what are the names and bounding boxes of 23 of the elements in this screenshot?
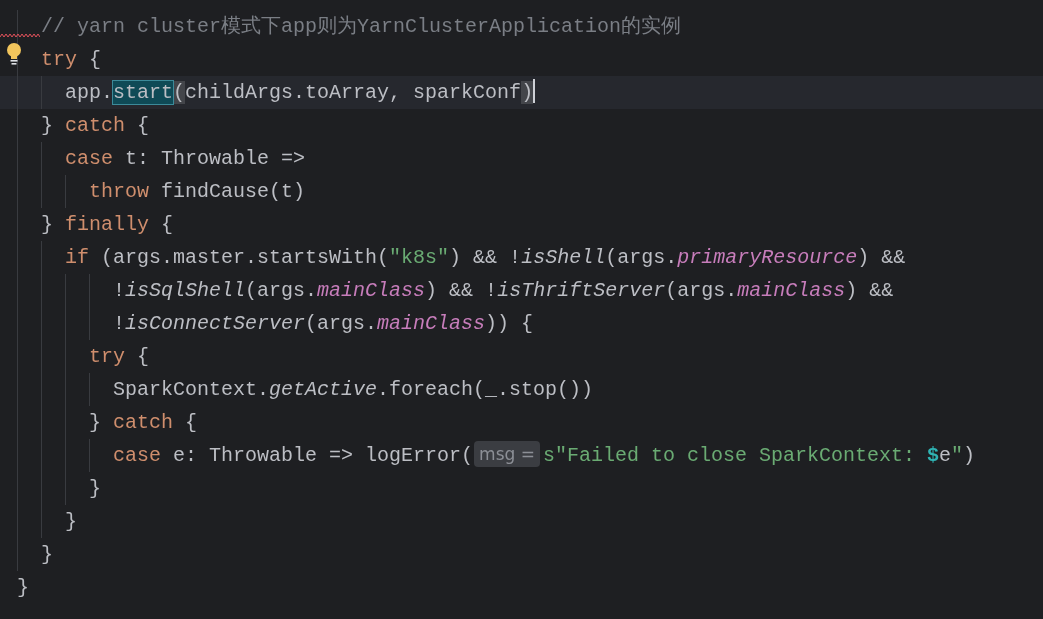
code-text: } catch {: [41, 114, 150, 137]
code-text: } finally {: [41, 213, 174, 236]
code-text: try {: [89, 345, 150, 368]
parameter-hint: msg =: [474, 441, 540, 467]
code-text: throw findCause(t): [89, 180, 306, 203]
code-text: s"Failed to close SparkContext: $e"): [542, 444, 976, 467]
code-text: !isSqlShell(args.mainClass) && !isThriftServer(args.mainClass) &&: [113, 279, 894, 302]
error-underline: [0, 33, 40, 38]
code-text: if (args.master.startsWith("k8s") && !isShell(args.primaryResource) &&: [65, 246, 906, 269]
code-text: }: [17, 576, 29, 599]
code-text: case e: Throwable => logError(: [113, 444, 474, 467]
code-text: }: [41, 543, 54, 566]
code-text: try {: [41, 48, 102, 71]
code-text: }: [89, 477, 102, 500]
code-text: app.start(childArgs.toArray, sparkConf): [65, 81, 534, 104]
lightbulb-icon[interactable]: [5, 42, 23, 66]
code-text: !isConnectServer(args.mainClass)) {: [113, 312, 534, 335]
code-text: case t: Throwable =>: [65, 147, 306, 170]
code-text: SparkContext.getActive.foreach(_.stop()): [113, 378, 594, 401]
code-text: } catch {: [89, 411, 198, 434]
text-cursor: [533, 79, 536, 103]
code-text: }: [65, 510, 78, 533]
code-comment: // yarn cluster模式下app则为YarnClusterApplication的实例: [41, 15, 682, 38]
